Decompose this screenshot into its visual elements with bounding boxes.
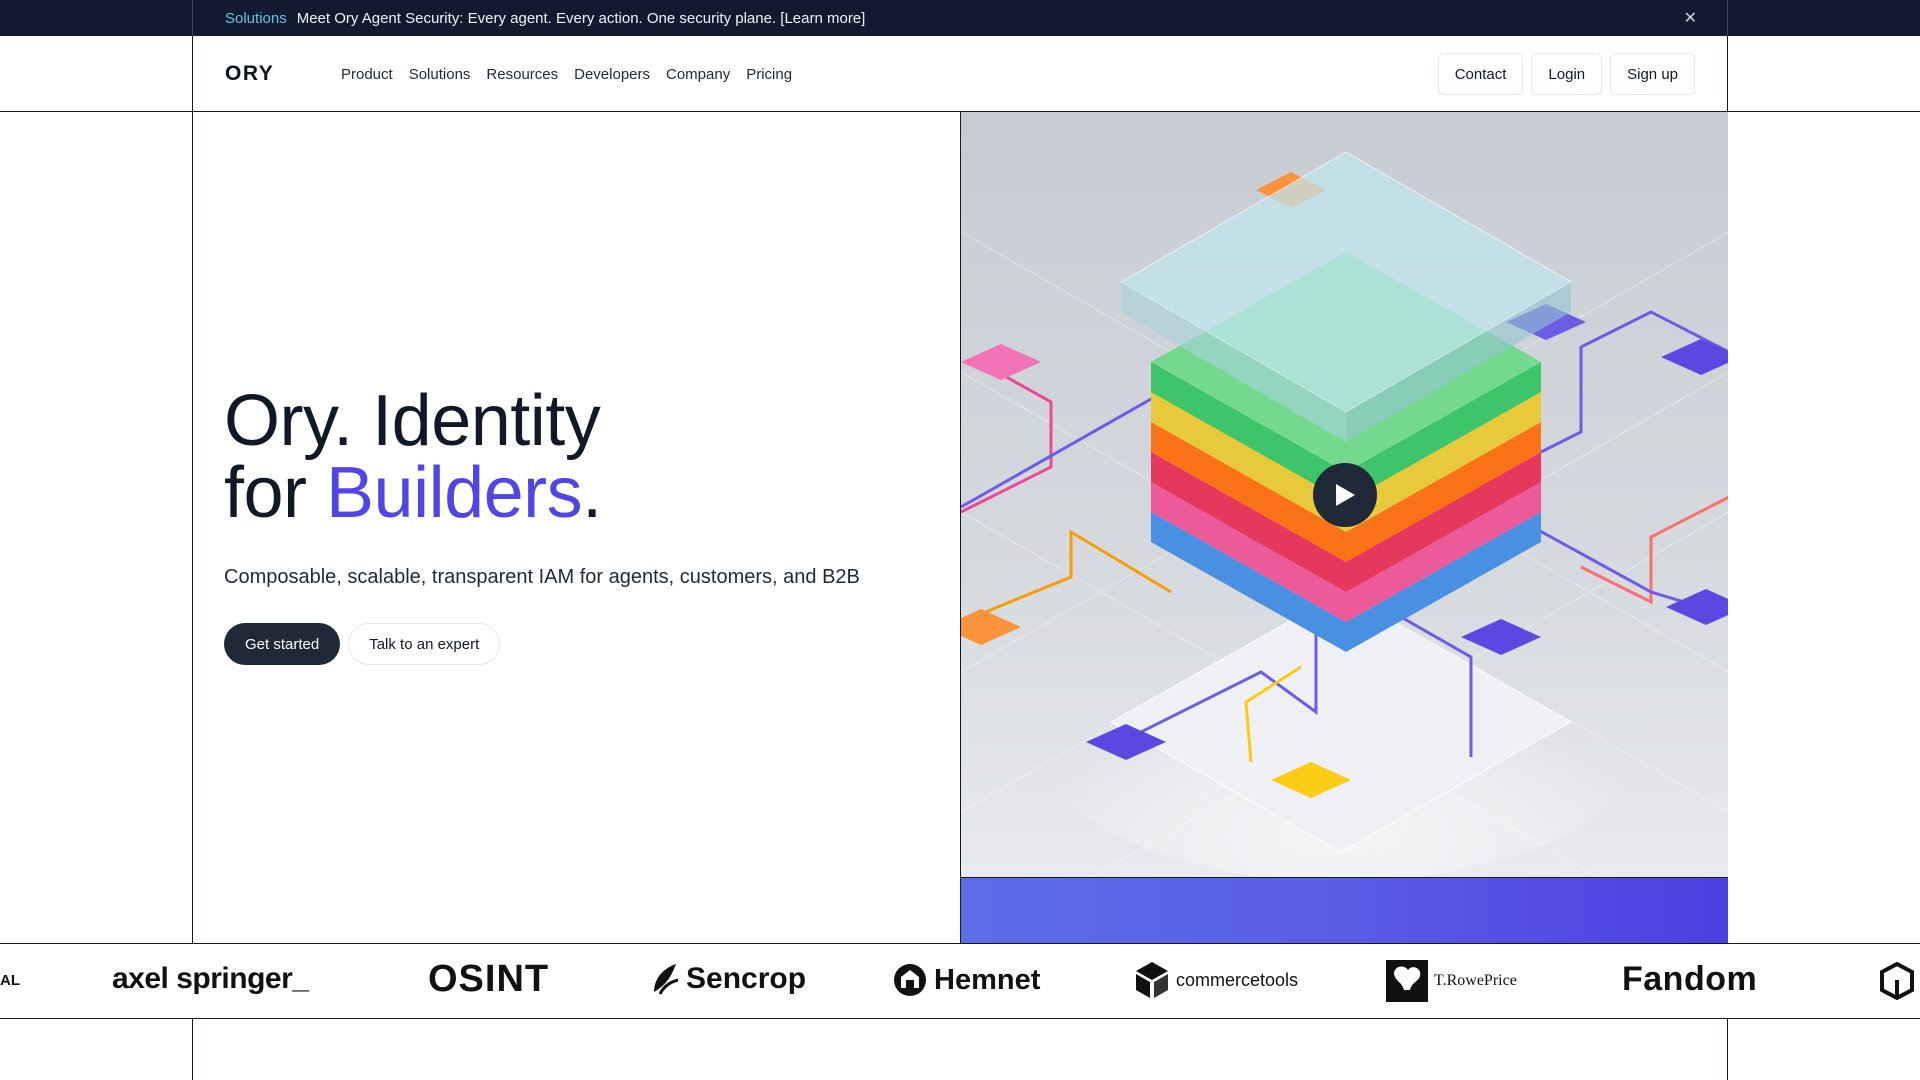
site-header: ORY Product Solutions Resources Develope… <box>0 36 1920 112</box>
play-icon <box>1336 484 1355 506</box>
header-inner: ORY Product Solutions Resources Develope… <box>192 36 1728 112</box>
logo-t-rowe-price: T.RowePrice <box>1386 960 1517 1002</box>
hero-ctas: Get started Talk to an expert <box>224 623 501 665</box>
nav-company[interactable]: Company <box>666 66 730 83</box>
close-icon[interactable]: ✕ <box>1684 8 1697 28</box>
hero-video[interactable] <box>960 112 1728 878</box>
announcement-tag[interactable]: Solutions <box>225 10 287 27</box>
hero-title-suffix: . <box>582 453 602 533</box>
logo-hemnet: Hemnet <box>892 962 1040 998</box>
nav-developers[interactable]: Developers <box>574 66 650 83</box>
logo-axel-springer-text: axel springer_ <box>112 962 309 995</box>
nav-product[interactable]: Product <box>341 66 393 83</box>
hero-subtitle: Composable, scalable, transparent IAM fo… <box>224 566 860 588</box>
logo-axel-springer: axel springer_ <box>112 962 309 996</box>
header-actions: Contact Login Sign up <box>1437 53 1695 95</box>
nav-pricing[interactable]: Pricing <box>746 66 792 83</box>
get-started-button[interactable]: Get started <box>224 623 341 665</box>
talk-to-expert-button[interactable]: Talk to an expert <box>348 623 501 665</box>
announcement-text[interactable]: Meet Ory Agent Security: Every agent. Ev… <box>297 10 866 27</box>
announcement-bar: Solutions Meet Ory Agent Security: Every… <box>0 0 1920 36</box>
hero-title-line1: Ory. Identity <box>224 381 601 461</box>
main-nav: Product Solutions Resources Developers C… <box>341 36 792 112</box>
t-rowe-price-ram-icon <box>1386 960 1428 1002</box>
hemnet-house-icon <box>894 964 926 996</box>
sencrop-leaf-icon <box>654 964 679 995</box>
logo-partial-right-icon <box>1880 962 1914 1000</box>
hero-title-prefix: for <box>224 453 327 533</box>
contact-button[interactable]: Contact <box>1437 53 1524 95</box>
nav-resources[interactable]: Resources <box>486 66 558 83</box>
logo-partial-left: AL <box>0 972 20 989</box>
media-gradient-bar <box>960 878 1728 943</box>
commercetools-cube-icon <box>1136 962 1168 998</box>
frame-line-left-lower <box>192 1019 193 1080</box>
play-button[interactable] <box>1313 463 1377 527</box>
announcement-inner: Solutions Meet Ory Agent Security: Every… <box>192 0 1728 36</box>
logo-fandom-text: Fandom <box>1622 960 1758 998</box>
ory-logo[interactable]: ORY <box>225 62 274 86</box>
signup-button[interactable]: Sign up <box>1610 53 1695 95</box>
hero-title: Ory. Identity for Builders. <box>224 385 602 529</box>
customer-logos-strip: AL axel springer_ OSINT Sencrop Hemnet c… <box>0 943 1920 1019</box>
hero-title-accent: Builders <box>326 453 583 533</box>
logo-sencrop: Sencrop <box>650 962 806 996</box>
logo-sencrop-text: Sencrop <box>686 962 807 995</box>
frame-line-right-lower <box>1727 1019 1728 1080</box>
logo-commercetools-text: commercetools <box>1176 969 1299 990</box>
frame-line-left <box>192 112 193 943</box>
logo-t-rowe-price-text: T.RowePrice <box>1434 972 1517 989</box>
logo-fandom: Fandom <box>1622 960 1757 999</box>
nav-solutions[interactable]: Solutions <box>409 66 471 83</box>
login-button[interactable]: Login <box>1531 53 1603 95</box>
logo-commercetools: commercetools <box>1134 960 1298 1000</box>
logo-osint-text: OSINT <box>428 958 550 1000</box>
logo-osint: OSINT <box>428 958 549 1001</box>
logo-hemnet-text: Hemnet <box>934 963 1041 996</box>
